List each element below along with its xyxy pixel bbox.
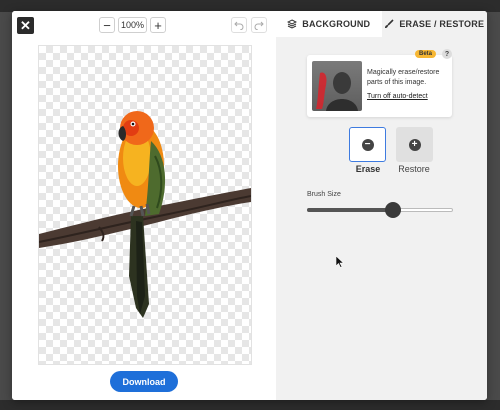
undo-button[interactable] — [231, 17, 247, 33]
panel-tabs: BACKGROUND ERASE / RESTORE — [276, 11, 487, 37]
erase-mode-button[interactable]: − — [349, 127, 386, 162]
slider-fill — [307, 208, 394, 212]
restore-mode-label: Restore — [398, 164, 430, 174]
undo-icon — [234, 21, 244, 30]
history-controls — [231, 17, 267, 33]
zoom-in-button[interactable]: + — [150, 17, 167, 33]
image-canvas[interactable] — [38, 45, 252, 365]
auto-detect-description: Magically erase/restore parts of this im… — [367, 69, 440, 86]
redo-icon — [254, 21, 264, 30]
image-pane: ✕ − 100% + Download — [12, 11, 276, 400]
tab-background-label: BACKGROUND — [302, 19, 371, 29]
redo-button[interactable] — [251, 17, 267, 33]
restore-mode-button[interactable]: + — [396, 127, 433, 162]
erase-preview-thumbnail — [312, 61, 362, 111]
erase-mode-label: Erase — [355, 164, 381, 174]
tab-erase-restore[interactable]: ERASE / RESTORE — [381, 11, 487, 37]
minus-circle-icon: − — [361, 138, 374, 151]
layers-icon — [287, 19, 298, 29]
auto-detect-card: Magically erase/restore parts of this im… — [307, 55, 452, 117]
turn-off-auto-detect-link[interactable]: Turn off auto-detect — [367, 93, 428, 100]
parrot-image — [39, 111, 251, 318]
editor-modal: ✕ − 100% + Download BACKGROUND ERASE / R… — [12, 11, 487, 400]
zoom-out-button[interactable]: − — [99, 17, 115, 33]
plus-circle-icon: + — [408, 138, 421, 151]
brush-size-slider[interactable] — [307, 202, 453, 218]
download-button[interactable]: Download — [110, 371, 178, 392]
mouse-pointer-icon — [336, 256, 344, 268]
slider-thumb[interactable] — [385, 202, 402, 218]
close-button[interactable]: ✕ — [17, 17, 34, 34]
tools-panel: BACKGROUND ERASE / RESTORE Magically era… — [276, 11, 487, 400]
tab-erase-restore-label: ERASE / RESTORE — [399, 19, 485, 29]
help-icon[interactable]: ? — [442, 49, 452, 59]
brush-icon — [385, 19, 394, 28]
tab-background[interactable]: BACKGROUND — [276, 11, 382, 37]
beta-badge: Beta — [415, 50, 437, 58]
zoom-controls: − 100% + — [99, 17, 167, 33]
zoom-level[interactable]: 100% — [118, 17, 148, 33]
backdrop-bottom-strip — [0, 400, 500, 410]
brush-size-label: Brush Size — [307, 191, 341, 198]
preview-illustration — [316, 72, 358, 111]
